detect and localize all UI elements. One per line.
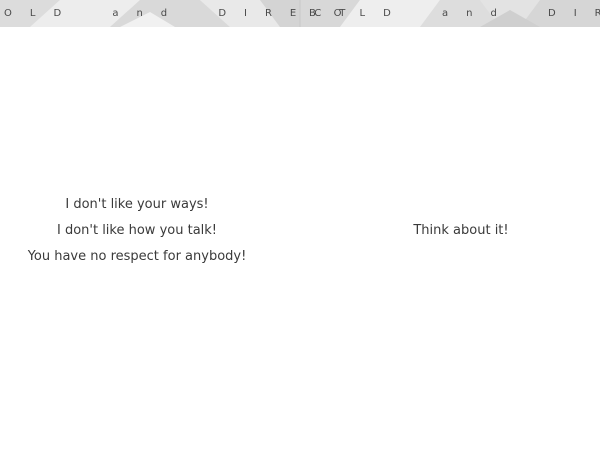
banner-title-right: BOLD and DIREC (309, 8, 600, 19)
left-statement-1: I don't like your ways! (65, 197, 209, 212)
left-statement-3: You have no respect for anybody! (27, 249, 247, 264)
left-statement-2: I don't like how you talk! (56, 223, 218, 238)
right-statement: Think about it! (413, 223, 509, 238)
header-banner: OLD and DIRECT BOLD and DIREC (0, 0, 600, 27)
